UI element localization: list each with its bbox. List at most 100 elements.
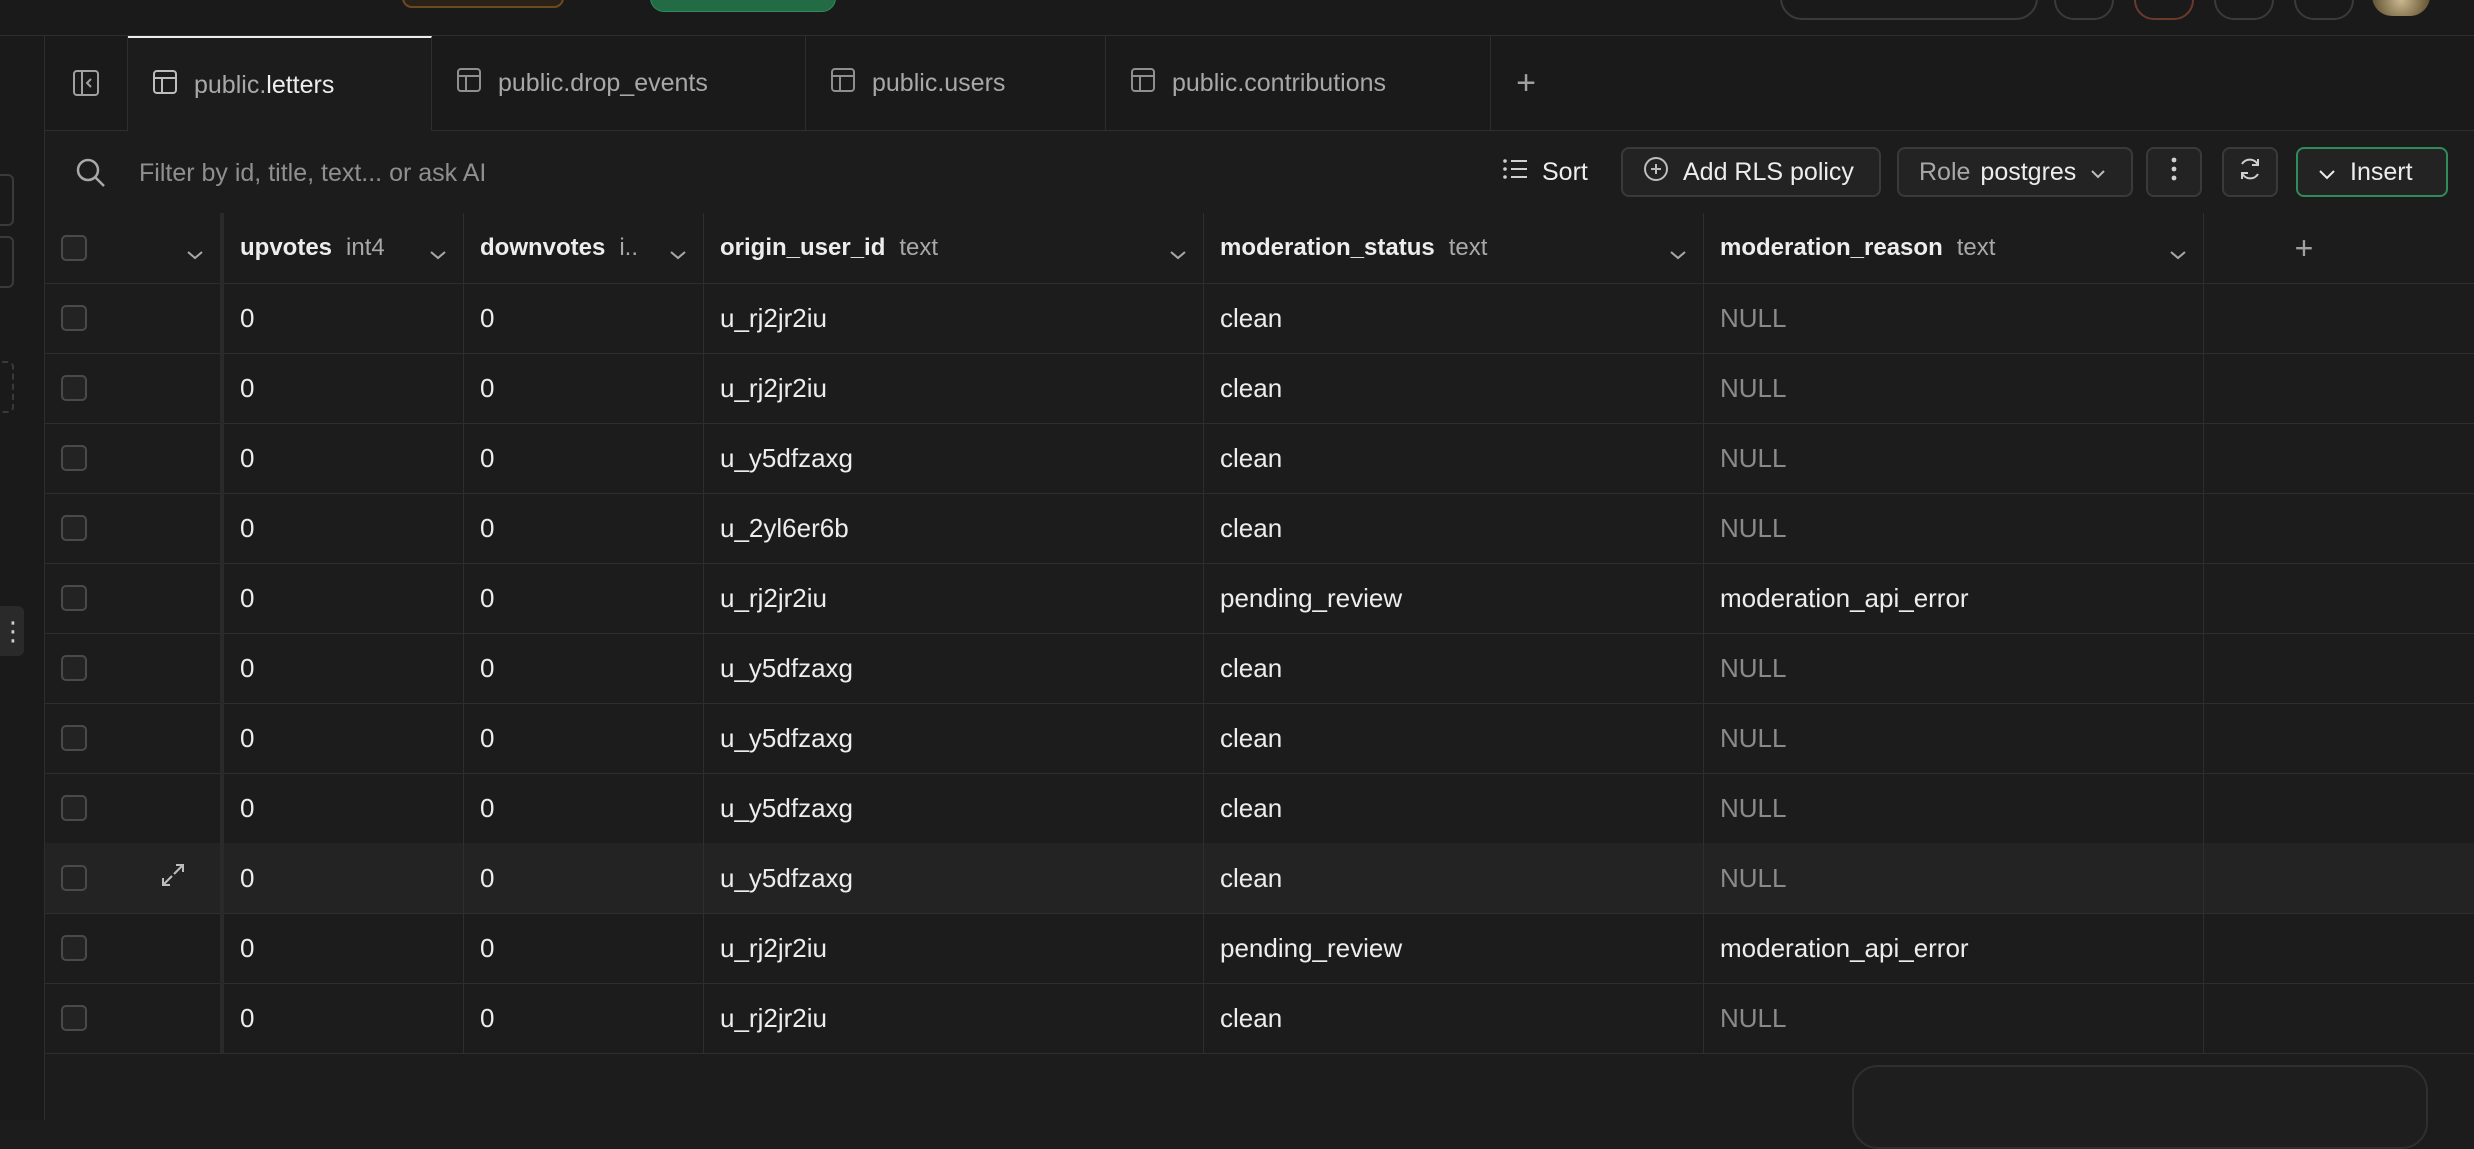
row-partial-cell[interactable] [129, 493, 224, 563]
cell-moderation-status[interactable]: clean [1204, 493, 1704, 563]
cell-upvotes[interactable]: 0 [224, 843, 464, 913]
row-partial-cell[interactable] [129, 633, 224, 703]
sidebar-item[interactable] [0, 174, 14, 226]
cell-origin-user-id[interactable]: u_2yl6er6b [704, 493, 1204, 563]
cell-moderation-status[interactable]: clean [1204, 633, 1704, 703]
tab-letters[interactable]: public.letters [128, 36, 432, 132]
chevron-down-icon[interactable] [186, 237, 204, 268]
avatar[interactable] [2372, 0, 2430, 16]
table-row[interactable]: 0 0 u_rj2jr2iu clean NULL [45, 983, 2474, 1054]
notification-icon[interactable] [2134, 0, 2194, 20]
more-vertical-icon[interactable]: ⋮ [0, 606, 26, 656]
cell-moderation-reason[interactable]: NULL [1704, 283, 2204, 353]
table-row[interactable]: 0 0 u_y5dfzaxg clean NULL [45, 423, 2474, 494]
cell-moderation-reason[interactable]: NULL [1704, 983, 2204, 1053]
cell-upvotes[interactable]: 0 [224, 913, 464, 983]
tab-users[interactable]: public.users [806, 36, 1106, 130]
add-rls-policy-button[interactable]: Add RLS policy [1621, 147, 1881, 197]
cell-moderation-reason[interactable]: NULL [1704, 423, 2204, 493]
cell-upvotes[interactable]: 0 [224, 773, 464, 843]
refresh-button[interactable] [2222, 147, 2278, 197]
table-row[interactable]: 0 0 u_rj2jr2iu pending_review moderation_api… [45, 563, 2474, 634]
cell-moderation-status[interactable]: clean [1204, 353, 1704, 423]
row-checkbox[interactable] [61, 585, 87, 611]
cell-moderation-reason[interactable]: NULL [1704, 843, 2204, 913]
cell-moderation-status[interactable]: clean [1204, 423, 1704, 493]
add-column-button[interactable]: + [2204, 213, 2404, 283]
cell-downvotes[interactable]: 0 [464, 913, 704, 983]
cell-downvotes[interactable]: 0 [464, 283, 704, 353]
table-row[interactable]: 0 0 u_y5dfzaxg clean NULL [45, 773, 2474, 844]
role-select[interactable]: Role postgres [1897, 147, 2133, 197]
row-checkbox[interactable] [61, 305, 87, 331]
row-partial-cell[interactable] [129, 423, 224, 493]
row-checkbox[interactable] [61, 795, 87, 821]
table-row[interactable]: 0 0 u_rj2jr2iu clean NULL [45, 353, 2474, 424]
cell-origin-user-id[interactable]: u_rj2jr2iu [704, 283, 1204, 353]
sidebar-item[interactable] [0, 236, 14, 288]
filter-input[interactable] [137, 149, 1041, 197]
row-partial-cell[interactable] [129, 353, 224, 423]
cell-moderation-reason[interactable]: moderation_api_error [1704, 913, 2204, 983]
cell-upvotes[interactable]: 0 [224, 563, 464, 633]
cell-moderation-reason[interactable]: NULL [1704, 703, 2204, 773]
column-header-moderation-reason[interactable]: moderation_reason text [1704, 213, 2204, 283]
column-header-partial[interactable] [129, 213, 224, 283]
column-header-origin-user-id[interactable]: origin_user_id text [704, 213, 1204, 283]
column-header-downvotes[interactable]: downvotes i.. [464, 213, 704, 283]
help-icon[interactable] [2054, 0, 2114, 20]
cell-upvotes[interactable]: 0 [224, 493, 464, 563]
cell-downvotes[interactable]: 0 [464, 843, 704, 913]
row-checkbox[interactable] [61, 515, 87, 541]
tab-drop-events[interactable]: public.drop_events [432, 36, 806, 130]
chevron-down-icon[interactable] [2169, 237, 2187, 268]
cell-moderation-status[interactable]: clean [1204, 703, 1704, 773]
cell-origin-user-id[interactable]: u_y5dfzaxg [704, 423, 1204, 493]
table-row[interactable]: 0 0 u_y5dfzaxg clean NULL [45, 633, 2474, 704]
cell-origin-user-id[interactable]: u_rj2jr2iu [704, 353, 1204, 423]
cell-upvotes[interactable]: 0 [224, 283, 464, 353]
cell-origin-user-id[interactable]: u_y5dfzaxg [704, 843, 1204, 913]
cell-moderation-reason[interactable]: NULL [1704, 633, 2204, 703]
cell-origin-user-id[interactable]: u_rj2jr2iu [704, 913, 1204, 983]
row-partial-cell[interactable] [129, 913, 224, 983]
table-row[interactable]: 0 0 u_2yl6er6b clean NULL [45, 493, 2474, 564]
feedback-icon[interactable] [2294, 0, 2354, 20]
chevron-down-icon[interactable] [429, 237, 447, 268]
cell-downvotes[interactable]: 0 [464, 563, 704, 633]
select-all-checkbox[interactable] [61, 235, 87, 261]
cell-downvotes[interactable]: 0 [464, 983, 704, 1053]
table-row[interactable]: 0 0 u_y5dfzaxg clean NULL [45, 843, 2474, 914]
table-row[interactable]: 0 0 u_rj2jr2iu pending_review moderation_api… [45, 913, 2474, 984]
cell-moderation-status[interactable]: clean [1204, 773, 1704, 843]
more-options-button[interactable] [2146, 147, 2202, 197]
table-row[interactable]: 0 0 u_y5dfzaxg clean NULL [45, 703, 2474, 774]
cell-origin-user-id[interactable]: u_rj2jr2iu [704, 983, 1204, 1053]
cell-moderation-reason[interactable]: NULL [1704, 493, 2204, 563]
row-checkbox[interactable] [61, 1005, 87, 1031]
cell-downvotes[interactable]: 0 [464, 773, 704, 843]
sidebar-collapse-icon[interactable] [45, 36, 128, 130]
row-partial-cell[interactable] [129, 703, 224, 773]
insert-button[interactable]: Insert [2296, 147, 2448, 197]
row-checkbox[interactable] [61, 445, 87, 471]
cell-upvotes[interactable]: 0 [224, 423, 464, 493]
cell-origin-user-id[interactable]: u_y5dfzaxg [704, 633, 1204, 703]
row-checkbox[interactable] [61, 375, 87, 401]
chevron-down-icon[interactable] [1169, 237, 1187, 268]
top-search-field[interactable] [1780, 0, 2038, 20]
cell-moderation-status[interactable]: pending_review [1204, 563, 1704, 633]
sort-button[interactable]: Sort [1490, 147, 1600, 197]
cell-upvotes[interactable]: 0 [224, 983, 464, 1053]
column-header-upvotes[interactable]: upvotes int4 [224, 213, 464, 283]
cell-origin-user-id[interactable]: u_y5dfzaxg [704, 773, 1204, 843]
top-badge[interactable] [402, 0, 564, 8]
column-header-moderation-status[interactable]: moderation_status text [1204, 213, 1704, 283]
top-action-button[interactable] [650, 0, 836, 12]
cell-moderation-reason[interactable]: moderation_api_error [1704, 563, 2204, 633]
row-partial-cell[interactable] [129, 773, 224, 843]
row-checkbox[interactable] [61, 725, 87, 751]
row-checkbox[interactable] [61, 935, 87, 961]
cell-moderation-status[interactable]: clean [1204, 983, 1704, 1053]
cell-downvotes[interactable]: 0 [464, 493, 704, 563]
